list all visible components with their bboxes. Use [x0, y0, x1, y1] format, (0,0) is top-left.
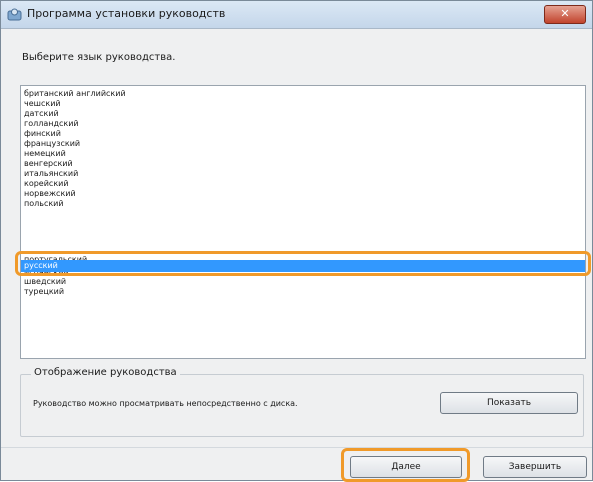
finish-button[interactable]: Завершить: [483, 456, 587, 478]
list-item[interactable]: польский: [21, 199, 585, 209]
installer-window: Программа установки руководств ✕ Выберит…: [0, 0, 593, 482]
selection-highlight-ring: [15, 251, 591, 276]
list-item[interactable]: голландский: [21, 119, 585, 129]
display-manual-group: Отображение руководства Руководство можн…: [20, 367, 584, 437]
instruction-text: Выберите язык руководства.: [22, 52, 176, 63]
list-item[interactable]: немецкий: [21, 149, 585, 159]
list-item[interactable]: британский английский: [21, 89, 585, 99]
group-title: Отображение руководства: [31, 367, 180, 378]
close-icon: ✕: [560, 7, 570, 20]
title-bar[interactable]: Программа установки руководств ✕: [1, 1, 592, 29]
language-listbox[interactable]: британский английский чешский датский го…: [20, 85, 586, 359]
list-item[interactable]: турецкий: [21, 287, 585, 297]
next-button-highlight-ring: [341, 448, 470, 482]
group-description: Руководство можно просматривать непосред…: [33, 399, 298, 408]
list-item[interactable]: корейский: [21, 179, 585, 189]
show-button[interactable]: Показать: [440, 392, 578, 414]
list-item[interactable]: французский: [21, 139, 585, 149]
list-item[interactable]: финский: [21, 129, 585, 139]
list-item[interactable]: шведский: [21, 277, 585, 287]
footer-separator: [1, 447, 592, 448]
list-item[interactable]: норвежский: [21, 189, 585, 199]
list-item[interactable]: итальянский: [21, 169, 585, 179]
close-button[interactable]: ✕: [544, 5, 586, 24]
list-item[interactable]: венгерский: [21, 159, 585, 169]
list-item[interactable]: датский: [21, 109, 585, 119]
installer-app-icon: [7, 8, 22, 21]
window-title: Программа установки руководств: [27, 7, 226, 20]
list-item[interactable]: чешский: [21, 99, 585, 109]
